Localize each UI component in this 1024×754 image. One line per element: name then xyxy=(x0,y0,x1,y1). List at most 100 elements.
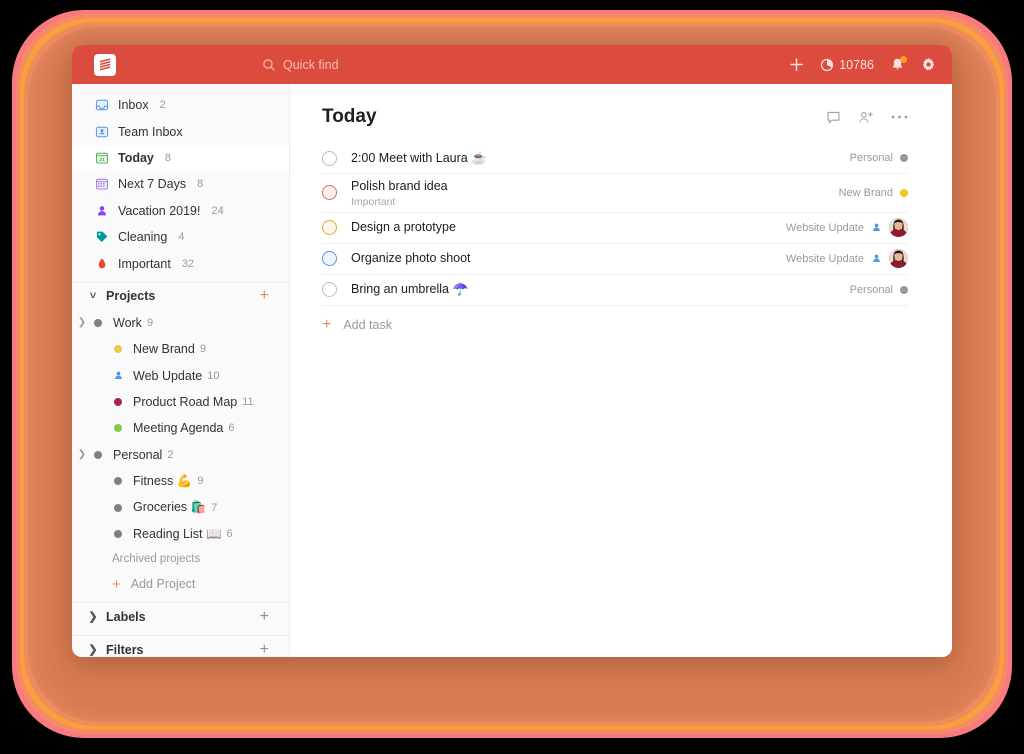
sidebar-item-vacation-2019[interactable]: Vacation 2019! 24 xyxy=(72,198,289,224)
chevron-right-icon[interactable]: ❯ xyxy=(86,610,100,623)
productivity-icon xyxy=(820,58,834,72)
quick-find-placeholder: Quick find xyxy=(283,57,339,72)
project-dot-icon xyxy=(900,154,908,162)
more-options-icon[interactable] xyxy=(891,114,908,120)
chevron-right-icon[interactable]: ❯ xyxy=(86,643,100,656)
sidebar-item-today[interactable]: 21 Today 8 xyxy=(72,144,289,172)
add-project-icon[interactable]: + xyxy=(260,288,269,304)
task-project-label[interactable]: Personal xyxy=(850,152,893,164)
gear-icon xyxy=(921,57,936,72)
comments-icon[interactable] xyxy=(826,110,841,125)
person-shared-icon xyxy=(112,370,124,381)
task-project-label[interactable]: New Brand xyxy=(839,187,893,199)
chevron-right-icon[interactable]: ❯ xyxy=(72,449,92,460)
main-header: Today xyxy=(322,106,908,128)
add-person-icon[interactable] xyxy=(858,110,874,125)
labels-section-header[interactable]: ❯ Labels + xyxy=(72,602,289,630)
chevron-right-icon[interactable]: ❯ xyxy=(72,317,92,328)
project-name: Web Update xyxy=(133,368,203,383)
project-count: 9 xyxy=(146,316,154,329)
tag-icon xyxy=(94,230,109,245)
svg-text:21: 21 xyxy=(99,157,105,163)
sidebar-item-count: 2 xyxy=(159,99,166,112)
sidebar-item-important[interactable]: Important 32 xyxy=(72,250,289,276)
sidebar-item-count: 8 xyxy=(164,151,172,164)
task-checkbox[interactable] xyxy=(322,282,337,298)
project-row-web-update[interactable]: Web Update 10 xyxy=(72,363,289,389)
sidebar-item-team-inbox[interactable]: Team Inbox xyxy=(72,118,289,144)
project-name: Groceries 🛍️ xyxy=(133,500,207,515)
task-project-label[interactable]: Personal xyxy=(850,284,893,296)
main-content: Today 2:00 Meet with Laura ☕ Personal Po… xyxy=(290,84,952,657)
project-count: 9 xyxy=(199,343,206,356)
add-task-row[interactable]: + Add task xyxy=(322,308,908,342)
project-row-personal[interactable]: ❯ Personal 2 xyxy=(72,442,289,468)
task-checkbox[interactable] xyxy=(322,150,337,166)
table-row[interactable]: Organize photo shoot Website Update xyxy=(322,244,908,275)
table-row[interactable]: Bring an umbrella ☂️ Personal xyxy=(322,275,908,306)
dot-icon xyxy=(112,477,124,486)
person-icon xyxy=(94,203,109,218)
add-label-icon[interactable]: + xyxy=(260,608,269,625)
sidebar-item-label: Vacation 2019! xyxy=(118,203,201,218)
task-title: Organize photo shoot xyxy=(351,251,471,266)
project-row-fitness[interactable]: Fitness 💪 9 xyxy=(72,468,289,494)
project-row-product-road-map[interactable]: Product Road Map 11 xyxy=(72,389,289,415)
dot-icon xyxy=(92,318,104,327)
dot-icon xyxy=(112,503,124,512)
filters-section-header[interactable]: ❯ Filters + xyxy=(72,635,289,657)
project-name: Personal xyxy=(113,447,163,462)
task-meta: Personal xyxy=(850,152,908,164)
avatar[interactable] xyxy=(889,249,908,269)
sidebar: Inbox 2 Team Inbox 21 Today 8 Next 7 Day… xyxy=(72,84,290,657)
todoist-logo[interactable] xyxy=(94,53,116,76)
notifications-button[interactable] xyxy=(890,56,907,72)
task-project-label[interactable]: Website Update xyxy=(786,253,864,265)
project-row-reading-list[interactable]: Reading List 📖 6 xyxy=(72,521,289,547)
sidebar-item-next-7-days[interactable]: Next 7 Days 8 xyxy=(72,171,289,197)
project-count: 6 xyxy=(226,528,233,541)
add-filter-icon[interactable]: + xyxy=(260,641,269,657)
table-row[interactable]: 2:00 Meet with Laura ☕ Personal xyxy=(322,143,908,174)
project-row-groceries[interactable]: Groceries 🛍️ 7 xyxy=(72,494,289,520)
task-checkbox[interactable] xyxy=(322,251,337,267)
top-bar: Quick find 10786 xyxy=(72,45,952,84)
settings-button[interactable] xyxy=(921,57,936,72)
projects-section-header[interactable]: ˅ Projects + xyxy=(72,281,289,310)
task-checkbox[interactable] xyxy=(322,220,337,236)
project-row-new-brand[interactable]: New Brand 9 xyxy=(72,336,289,362)
table-row[interactable]: Design a prototype Website Update xyxy=(322,213,908,244)
top-bar-actions: 10786 xyxy=(789,56,936,72)
table-row[interactable]: Polish brand idea Important New Brand xyxy=(322,174,908,213)
task-checkbox[interactable] xyxy=(322,185,337,201)
task-subtitle: Important xyxy=(351,195,396,208)
chevron-down-icon[interactable]: ˅ xyxy=(86,290,100,302)
karma-counter[interactable]: 10786 xyxy=(820,58,874,72)
archived-projects-link[interactable]: Archived projects xyxy=(72,547,289,571)
quick-find-search[interactable]: Quick find xyxy=(254,52,347,78)
project-count: 6 xyxy=(228,422,235,435)
sidebar-item-inbox[interactable]: Inbox 2 xyxy=(72,92,289,118)
project-name: Fitness 💪 xyxy=(133,473,193,488)
plus-icon: + xyxy=(322,315,332,333)
task-project-label[interactable]: Website Update xyxy=(786,222,864,234)
karma-value: 10786 xyxy=(839,57,874,72)
dot-icon xyxy=(112,398,124,407)
calendar-week-icon xyxy=(94,177,109,192)
sidebar-item-label: Important xyxy=(118,256,171,271)
project-row-work[interactable]: ❯ Work 9 xyxy=(72,310,289,336)
add-project-button[interactable]: + Add Project xyxy=(72,571,289,597)
sidebar-item-label: Today xyxy=(118,150,154,165)
task-title: Design a prototype xyxy=(351,220,456,235)
sidebar-item-label: Next 7 Days xyxy=(118,177,187,192)
project-dot-icon xyxy=(900,188,908,197)
app-window: Quick find 10786 Inbox 2 Team Inbox 21 T… xyxy=(72,45,952,657)
sidebar-item-label: Inbox xyxy=(118,98,149,113)
project-row-meeting-agenda[interactable]: Meeting Agenda 6 xyxy=(72,415,289,441)
sidebar-item-cleaning[interactable]: Cleaning 4 xyxy=(72,224,289,250)
projects-section-label: Projects xyxy=(106,289,156,304)
add-task-button[interactable] xyxy=(789,57,804,72)
avatar[interactable] xyxy=(889,218,908,238)
sidebar-item-label: Team Inbox xyxy=(118,124,183,139)
project-name: Reading List 📖 xyxy=(133,526,222,541)
